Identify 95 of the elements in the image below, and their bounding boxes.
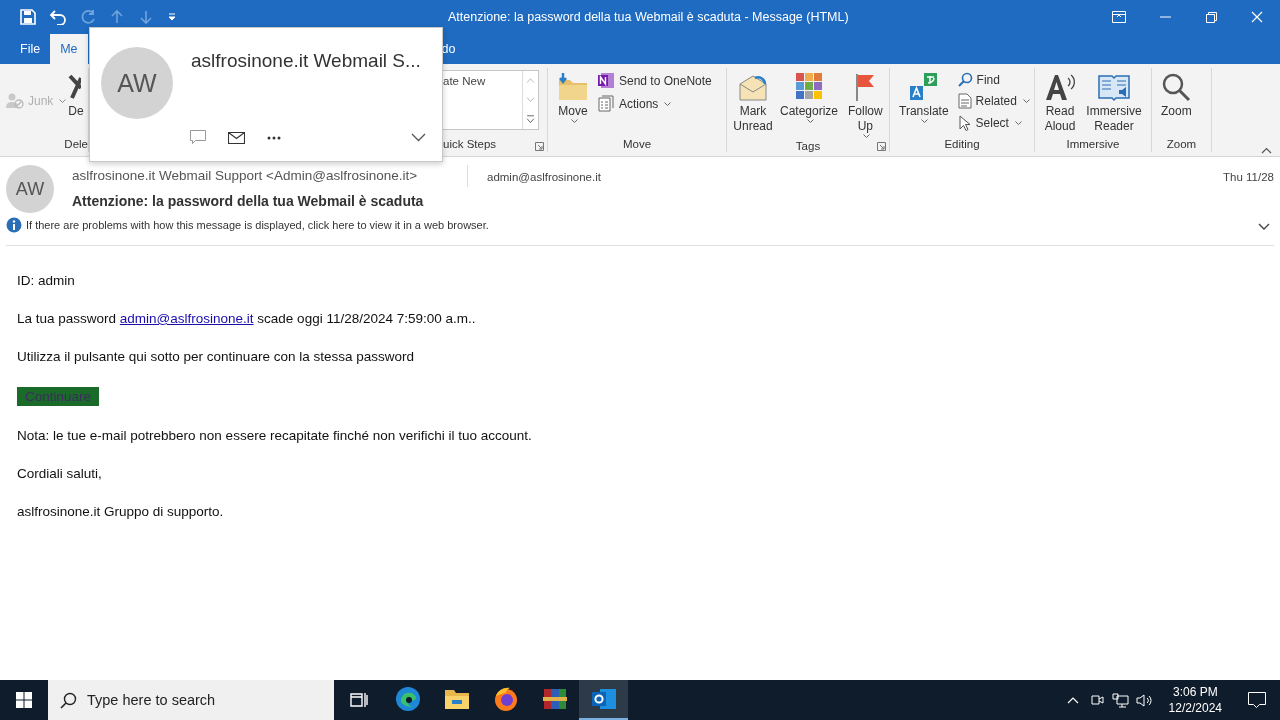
save-icon[interactable]: [20, 9, 36, 25]
group-label: Tags: [794, 140, 822, 152]
book-speaker-icon: [1097, 72, 1131, 102]
search-icon: [60, 691, 77, 709]
read-aloud-icon: [1044, 72, 1076, 102]
sender-avatar: AW: [6, 165, 54, 213]
ribbon-button[interactable]: Zoom: [1158, 68, 1195, 121]
firefox-icon: [492, 686, 519, 712]
caret-icon: [1014, 121, 1022, 125]
chevron-up-icon[interactable]: [1066, 696, 1079, 704]
search-icon: [957, 72, 973, 87]
caret-icon: [806, 119, 814, 123]
body-text: La tua password admin@aslfrosinone.it scade oggi 11/28/2024 7:59:00 a.m..: [17, 311, 477, 327]
caret-icon: [664, 101, 672, 106]
dialog-launcher-icon[interactable]: [877, 142, 886, 151]
caret-icon: [570, 119, 578, 123]
taskbar-search-box[interactable]: Type here to search: [48, 680, 334, 720]
taskbar-app[interactable]: [579, 680, 628, 720]
collapse-ribbon-icon[interactable]: [1261, 147, 1272, 154]
group-label: Immersive: [1065, 138, 1121, 152]
caret-icon: [59, 99, 67, 103]
caret-icon: [921, 119, 929, 123]
contact-avatar: AW: [101, 47, 173, 119]
caret-icon: [1022, 99, 1030, 103]
ribbon-button[interactable]: Actions: [596, 94, 714, 113]
dialog-launcher-icon[interactable]: [535, 142, 544, 151]
sender-name: aslfrosinone.it Webmail Support <Admin@aslfrosinone.it>: [72, 168, 418, 183]
mail-icon[interactable]: [228, 131, 245, 144]
camera-icon[interactable]: [1089, 692, 1104, 708]
ribbon-button[interactable]: Move: [554, 68, 592, 125]
taskbar-search-field[interactable]: Type here to search: [87, 692, 307, 708]
notification-icon[interactable]: [1248, 691, 1266, 709]
ribbon-button[interactable]: De: [68, 68, 83, 121]
more-icon[interactable]: [267, 135, 281, 140]
windows-start-icon[interactable]: [16, 692, 32, 708]
body-text: aslfrosinone.it Gruppo di supporto.: [17, 504, 225, 520]
group-label: Dele: [63, 138, 88, 152]
body-text: Cordiali saluti,: [17, 466, 103, 482]
ribbon-button[interactable]: Translate: [896, 68, 952, 125]
folder-icon: [443, 688, 470, 710]
ribbon-button[interactable]: Follow Up: [845, 68, 886, 140]
ribbon-button[interactable]: Immersive Reader: [1083, 68, 1145, 136]
delete-icon: [68, 72, 82, 102]
chevron-down-icon[interactable]: [411, 133, 426, 142]
restore-icon[interactable]: [1205, 11, 1217, 23]
edge-icon: [394, 686, 421, 712]
email-link[interactable]: admin@aslfrosinone.it: [119, 311, 254, 326]
info-bar-message[interactable]: If there are problems with how this message is displayed, click here to view it in a web browser.: [26, 219, 489, 231]
ribbon-button[interactable]: Categorize: [777, 68, 842, 125]
contact-name: aslfrosinone.it Webmail S...: [191, 50, 421, 72]
window-title: Attenzione: la password della tua Webmail è scaduta - Message (HTML): [448, 10, 849, 24]
recipient-address: admin@aslfrosinone.it: [487, 171, 601, 183]
category-grid-icon: [795, 72, 823, 102]
chevron-down-icon[interactable]: [1258, 223, 1270, 231]
body-text: Utilizza il pulsante qui sotto per continuare con la stessa password: [17, 349, 415, 365]
ribbon-button[interactable]: Related: [955, 92, 1032, 110]
ribbon-button[interactable]: Read Aloud: [1041, 68, 1079, 136]
ribbon-tab[interactable]: File: [10, 34, 51, 64]
chat-icon[interactable]: [190, 130, 206, 145]
folder-icon: [557, 72, 589, 102]
ribbon-button[interactable]: Find: [955, 71, 1032, 88]
message-subject: Attenzione: la password della tua Webmail è scaduta: [72, 193, 424, 209]
search-icon: [1161, 72, 1192, 102]
cursor-icon: [957, 115, 972, 131]
ribbon-tab[interactable]: Me: [50, 34, 88, 64]
clock-date[interactable]: 12/2/2024: [1168, 700, 1222, 716]
body-text: ID: admin: [17, 273, 76, 289]
ribbon-button[interactable]: Send to OneNote: [596, 71, 714, 90]
message-date: Thu 11/28: [1223, 171, 1274, 183]
translate-icon: [908, 72, 939, 102]
archive-books-icon: [541, 686, 568, 712]
document-icon: [957, 93, 972, 109]
task-view-icon[interactable]: [349, 692, 368, 708]
ribbon-button[interactable]: Mark Unread: [733, 68, 773, 136]
group-label: Zoom: [1166, 138, 1197, 152]
onenote-icon: [598, 72, 615, 89]
info-icon: [6, 217, 22, 233]
customize-icon[interactable]: [167, 12, 177, 22]
undo-icon[interactable]: [49, 9, 67, 25]
volume-icon[interactable]: [1136, 692, 1154, 708]
person-block-icon: [6, 93, 24, 109]
group-label: uick Steps: [443, 138, 498, 152]
close-icon[interactable]: [1251, 11, 1263, 23]
ribbon-button[interactable]: Select: [955, 114, 1032, 132]
group-label: Move: [621, 138, 653, 152]
minimize-icon[interactable]: [1159, 16, 1171, 18]
group-label: Editing: [943, 138, 981, 152]
document-list-icon: [598, 95, 615, 112]
outlook-icon: [590, 687, 617, 711]
network-icon[interactable]: [1112, 692, 1130, 708]
clock-time[interactable]: 3:06 PM: [1168, 684, 1222, 700]
quick-step-item[interactable]: ate New: [443, 71, 486, 87]
caret-icon: [862, 134, 870, 138]
body-text: Nota: le tue e-mail potrebbero non essere recapitate finché non verifichi il tuo account.: [17, 428, 533, 444]
ribbon-display-icon[interactable]: [1112, 11, 1126, 23]
